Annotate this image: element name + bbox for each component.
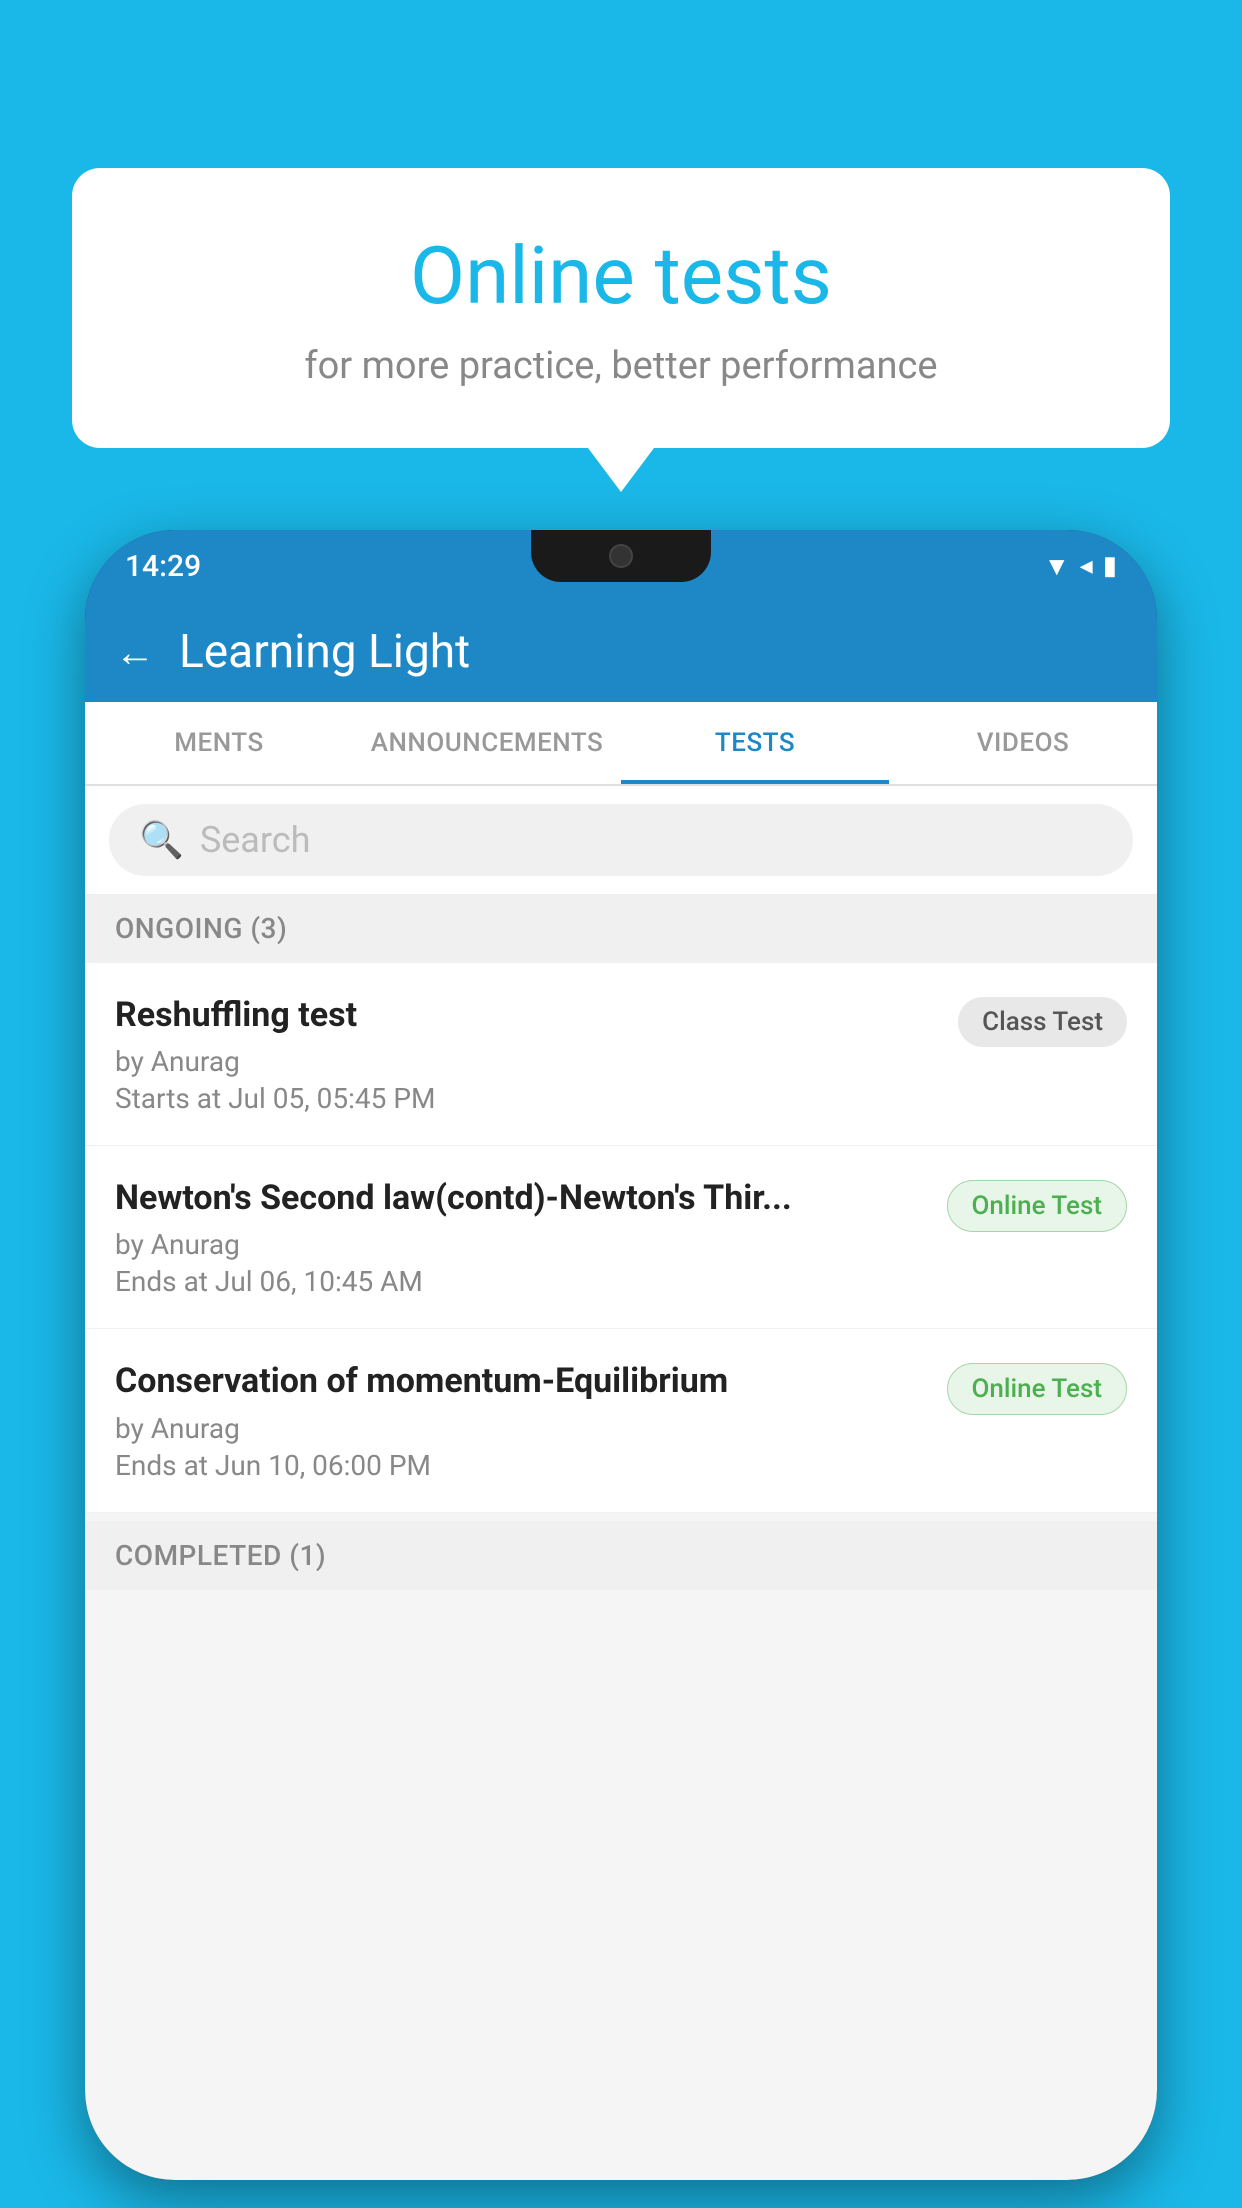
tab-announcements[interactable]: ANNOUNCEMENTS — [353, 702, 621, 784]
status-time: 14:29 — [125, 549, 201, 584]
search-bar-wrapper: 🔍 Search — [85, 786, 1157, 894]
signal-icon: ◂ — [1080, 551, 1093, 581]
completed-label: COMPLETED (1) — [115, 1539, 326, 1572]
phone-notch — [531, 530, 711, 582]
test-badge-1: Class Test — [958, 997, 1127, 1047]
phone-camera — [609, 544, 633, 568]
test-by-1: by Anurag — [115, 1045, 942, 1078]
test-date-3: Ends at Jun 10, 06:00 PM — [115, 1449, 931, 1482]
test-info-2: Newton's Second law(contd)-Newton's Thir… — [115, 1176, 931, 1298]
back-button[interactable]: ← — [115, 629, 155, 676]
test-badge-3: Online Test — [947, 1363, 1128, 1415]
tab-tests[interactable]: TESTS — [621, 702, 889, 784]
tab-ments[interactable]: MENTS — [85, 702, 353, 784]
test-item[interactable]: Reshuffling test by Anurag Starts at Jul… — [85, 963, 1157, 1146]
bubble-subtitle: for more practice, better performance — [122, 344, 1120, 388]
test-name-1: Reshuffling test — [115, 993, 942, 1037]
test-date-2: Ends at Jul 06, 10:45 AM — [115, 1265, 931, 1298]
section-ongoing-header: ONGOING (3) — [85, 894, 1157, 963]
test-item[interactable]: Newton's Second law(contd)-Newton's Thir… — [85, 1146, 1157, 1329]
nav-bar: ← Learning Light — [85, 602, 1157, 702]
section-completed-header: COMPLETED (1) — [85, 1521, 1157, 1590]
phone-frame: 14:29 ▼ ◂ ▮ ← Learning Light MENTS ANNOU… — [85, 530, 1157, 2180]
tab-videos[interactable]: VIDEOS — [889, 702, 1157, 784]
search-bar[interactable]: 🔍 Search — [109, 804, 1133, 876]
bubble-title: Online tests — [122, 228, 1120, 324]
test-by-3: by Anurag — [115, 1412, 931, 1445]
battery-icon: ▮ — [1103, 551, 1117, 581]
speech-bubble: Online tests for more practice, better p… — [72, 168, 1170, 448]
wifi-icon: ▼ — [1044, 551, 1070, 582]
ongoing-label: ONGOING (3) — [115, 912, 287, 945]
nav-title: Learning Light — [179, 625, 470, 679]
test-list: Reshuffling test by Anurag Starts at Jul… — [85, 963, 1157, 1513]
screen-content: 🔍 Search ONGOING (3) Reshuffling test by… — [85, 786, 1157, 2180]
tabs-bar: MENTS ANNOUNCEMENTS TESTS VIDEOS — [85, 702, 1157, 786]
test-info-1: Reshuffling test by Anurag Starts at Jul… — [115, 993, 942, 1115]
test-by-2: by Anurag — [115, 1228, 931, 1261]
search-input[interactable]: Search — [200, 819, 311, 861]
phone-wrapper: 14:29 ▼ ◂ ▮ ← Learning Light MENTS ANNOU… — [85, 530, 1157, 2208]
status-icons: ▼ ◂ ▮ — [1044, 551, 1117, 582]
test-name-3: Conservation of momentum-Equilibrium — [115, 1359, 931, 1403]
test-item[interactable]: Conservation of momentum-Equilibrium by … — [85, 1329, 1157, 1512]
search-icon: 🔍 — [139, 819, 184, 861]
test-badge-2: Online Test — [947, 1180, 1128, 1232]
test-date-1: Starts at Jul 05, 05:45 PM — [115, 1082, 942, 1115]
test-name-2: Newton's Second law(contd)-Newton's Thir… — [115, 1176, 931, 1220]
test-info-3: Conservation of momentum-Equilibrium by … — [115, 1359, 931, 1481]
